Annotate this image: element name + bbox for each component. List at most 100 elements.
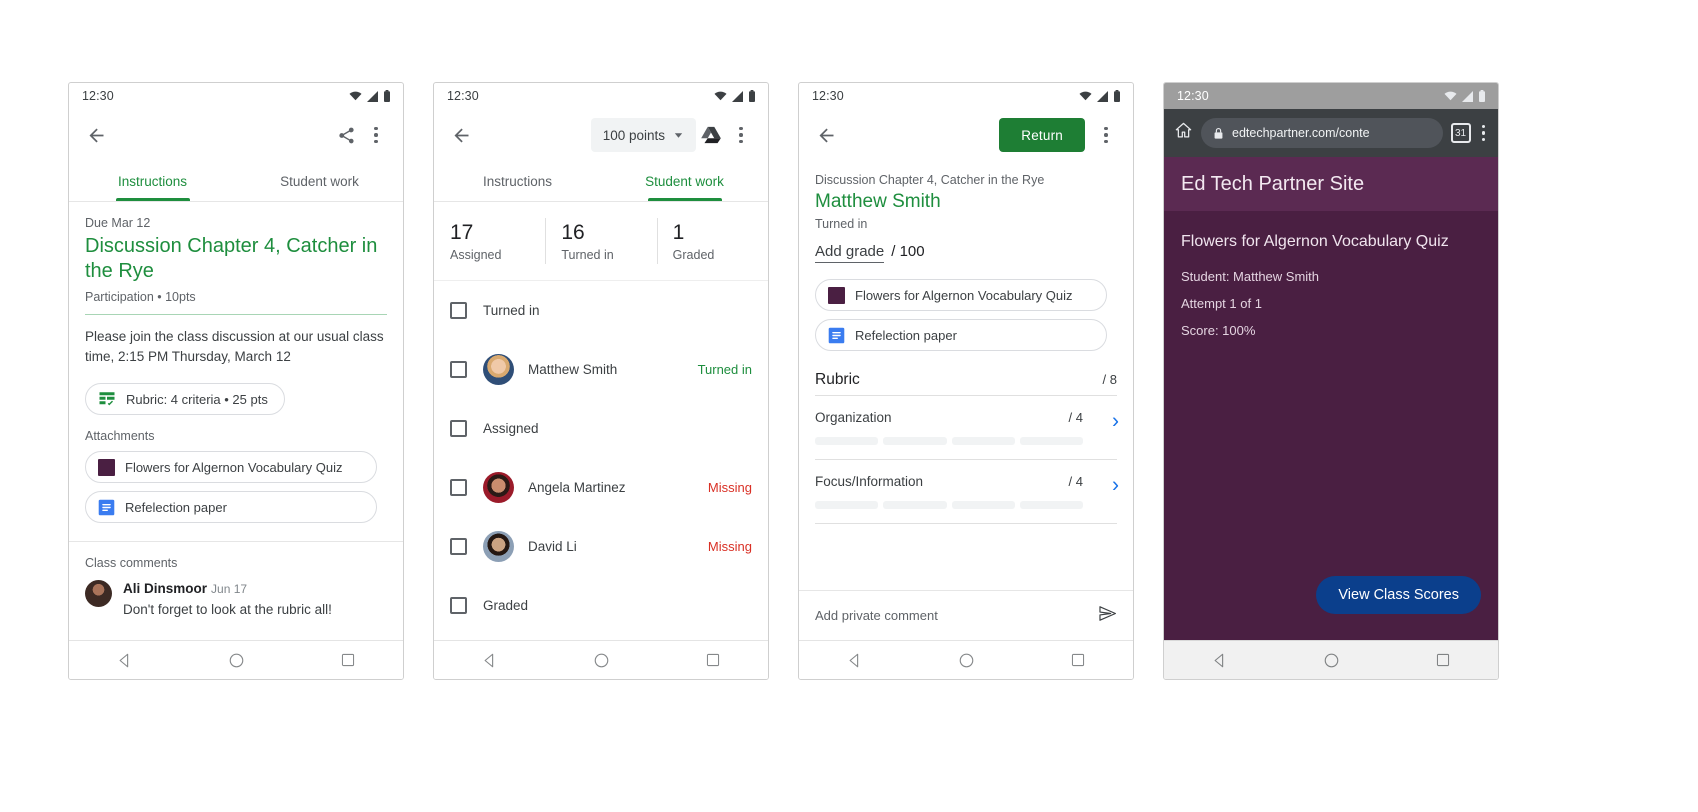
- quiz-score: Score: 100%: [1181, 323, 1256, 338]
- attachment-doc[interactable]: Refelection paper: [85, 491, 377, 523]
- browser-menu-button[interactable]: [1479, 124, 1489, 142]
- share-button[interactable]: [331, 120, 361, 150]
- stat-turned-in[interactable]: 16 Turned in: [545, 202, 656, 280]
- chevron-right-icon[interactable]: ›: [1112, 474, 1119, 495]
- send-button[interactable]: [1098, 604, 1117, 628]
- arrow-back-icon: [454, 128, 468, 142]
- google-docs-icon: [828, 327, 845, 343]
- android-nav-bar: [434, 640, 768, 679]
- instructions-body: Due Mar 12 Discussion Chapter 4, Catcher…: [69, 202, 403, 640]
- list-item[interactable]: Assigned: [434, 399, 768, 458]
- address-bar[interactable]: edtechpartner.com/conte: [1201, 118, 1443, 148]
- share-icon: [338, 127, 354, 143]
- submission-state: Turned in: [815, 217, 868, 231]
- stat-assigned[interactable]: 17 Assigned: [434, 202, 545, 280]
- private-comment-input[interactable]: Add private comment: [815, 608, 938, 623]
- tab-count-button[interactable]: 31: [1450, 123, 1471, 143]
- attachment-doc[interactable]: Refelection paper: [815, 319, 1107, 351]
- nav-recents-icon[interactable]: [1436, 653, 1450, 667]
- rubric-chip[interactable]: Rubric: 4 criteria • 25 pts: [85, 383, 285, 415]
- more-options-button[interactable]: [361, 120, 391, 150]
- row-checkbox[interactable]: [450, 479, 467, 496]
- row-checkbox[interactable]: [450, 420, 467, 437]
- nav-home-icon[interactable]: [594, 653, 609, 668]
- tab-bar: Instructions Student work: [434, 161, 768, 202]
- chevron-right-icon[interactable]: ›: [1112, 410, 1119, 431]
- row-checkbox[interactable]: [450, 302, 467, 319]
- purple-square-icon: [828, 286, 845, 304]
- more-options-button[interactable]: [726, 120, 756, 150]
- status-bar: 12:30: [1164, 83, 1498, 109]
- status-badge: Missing: [707, 539, 752, 554]
- nav-recents-icon[interactable]: [1071, 653, 1085, 667]
- more-options-button[interactable]: [1091, 120, 1121, 150]
- status-icons: [714, 90, 755, 102]
- attachment-label: Flowers for Algernon Vocabulary Quiz: [125, 459, 343, 475]
- quiz-student: Student: Matthew Smith: [1181, 269, 1320, 284]
- kebab-icon: [1104, 126, 1108, 144]
- status-icons: [349, 90, 390, 102]
- nav-home-icon[interactable]: [959, 653, 974, 668]
- home-icon: [1175, 122, 1192, 138]
- list-item[interactable]: Graded: [434, 576, 768, 635]
- row-checkbox[interactable]: [450, 538, 467, 555]
- list-item[interactable]: Matthew Smith Turned in: [434, 340, 768, 399]
- list-item[interactable]: Turned in: [434, 281, 768, 340]
- nav-back-icon[interactable]: [847, 653, 862, 668]
- tab-student-work[interactable]: Student work: [236, 161, 403, 201]
- tab-instructions[interactable]: Instructions: [69, 161, 236, 201]
- wifi-icon: [1444, 91, 1457, 101]
- comment-date: Jun 17: [211, 582, 248, 596]
- nav-recents-icon[interactable]: [706, 653, 720, 667]
- criterion-levels: [815, 437, 1117, 445]
- back-button[interactable]: [811, 120, 841, 150]
- attachment-quiz[interactable]: Flowers for Algernon Vocabulary Quiz: [815, 279, 1107, 311]
- add-grade-input[interactable]: Add grade: [815, 243, 885, 263]
- nav-back-icon[interactable]: [482, 653, 497, 668]
- app-bar: 100 points: [434, 109, 768, 161]
- return-button[interactable]: Return: [999, 118, 1085, 152]
- url-text: edtechpartner.com/conte: [1232, 126, 1370, 140]
- android-nav-bar: [69, 640, 403, 679]
- list-item[interactable]: Angela Martinez Missing: [434, 458, 768, 517]
- nav-back-icon[interactable]: [117, 653, 132, 668]
- wifi-icon: [714, 91, 727, 101]
- points-selector[interactable]: 100 points: [590, 118, 696, 152]
- home-button[interactable]: [1174, 121, 1193, 145]
- back-button[interactable]: [81, 120, 111, 150]
- grade-denominator: / 100: [891, 243, 925, 260]
- row-checkbox[interactable]: [450, 597, 467, 614]
- google-docs-icon: [98, 499, 115, 515]
- row-checkbox[interactable]: [450, 361, 467, 378]
- rubric-criterion[interactable]: Focus/Information / 4 ›: [799, 460, 1133, 509]
- attachment-label: Flowers for Algernon Vocabulary Quiz: [855, 287, 1073, 303]
- criterion-divider: [815, 523, 1117, 524]
- signal-icon: [367, 90, 378, 102]
- nav-home-icon[interactable]: [1324, 653, 1339, 668]
- wifi-icon: [349, 91, 362, 101]
- google-drive-button[interactable]: [696, 120, 726, 150]
- back-button[interactable]: [446, 120, 476, 150]
- comment-author: Ali Dinsmoor: [123, 581, 208, 596]
- nav-back-icon[interactable]: [1212, 653, 1227, 668]
- tab-student-work[interactable]: Student work: [601, 161, 768, 201]
- stat-graded[interactable]: 1 Graded: [656, 202, 768, 280]
- assignment-description: Please join the class discussion at our …: [85, 329, 384, 364]
- tab-instructions[interactable]: Instructions: [434, 161, 601, 201]
- view-class-scores-button[interactable]: View Class Scores: [1316, 576, 1481, 614]
- app-bar: [69, 109, 403, 161]
- status-bar: 12:30: [69, 83, 403, 109]
- class-comments-label: Class comments: [85, 556, 178, 570]
- criterion-top: Focus/Information / 4: [815, 474, 1117, 489]
- list-item[interactable]: David Li Missing: [434, 517, 768, 576]
- comment-text: Don't forget to look at the rubric all!: [123, 602, 332, 617]
- status-bar: 12:30: [799, 83, 1133, 109]
- status-time: 12:30: [1177, 89, 1209, 103]
- attachment-quiz[interactable]: Flowers for Algernon Vocabulary Quiz: [85, 451, 377, 483]
- rubric-criterion[interactable]: Organization / 4 ›: [799, 396, 1133, 445]
- nav-home-icon[interactable]: [229, 653, 244, 668]
- rubric-icon: [99, 392, 115, 406]
- grading-body: Discussion Chapter 4, Catcher in the Rye…: [799, 161, 1133, 640]
- battery-icon: [1479, 90, 1485, 102]
- nav-recents-icon[interactable]: [341, 653, 355, 667]
